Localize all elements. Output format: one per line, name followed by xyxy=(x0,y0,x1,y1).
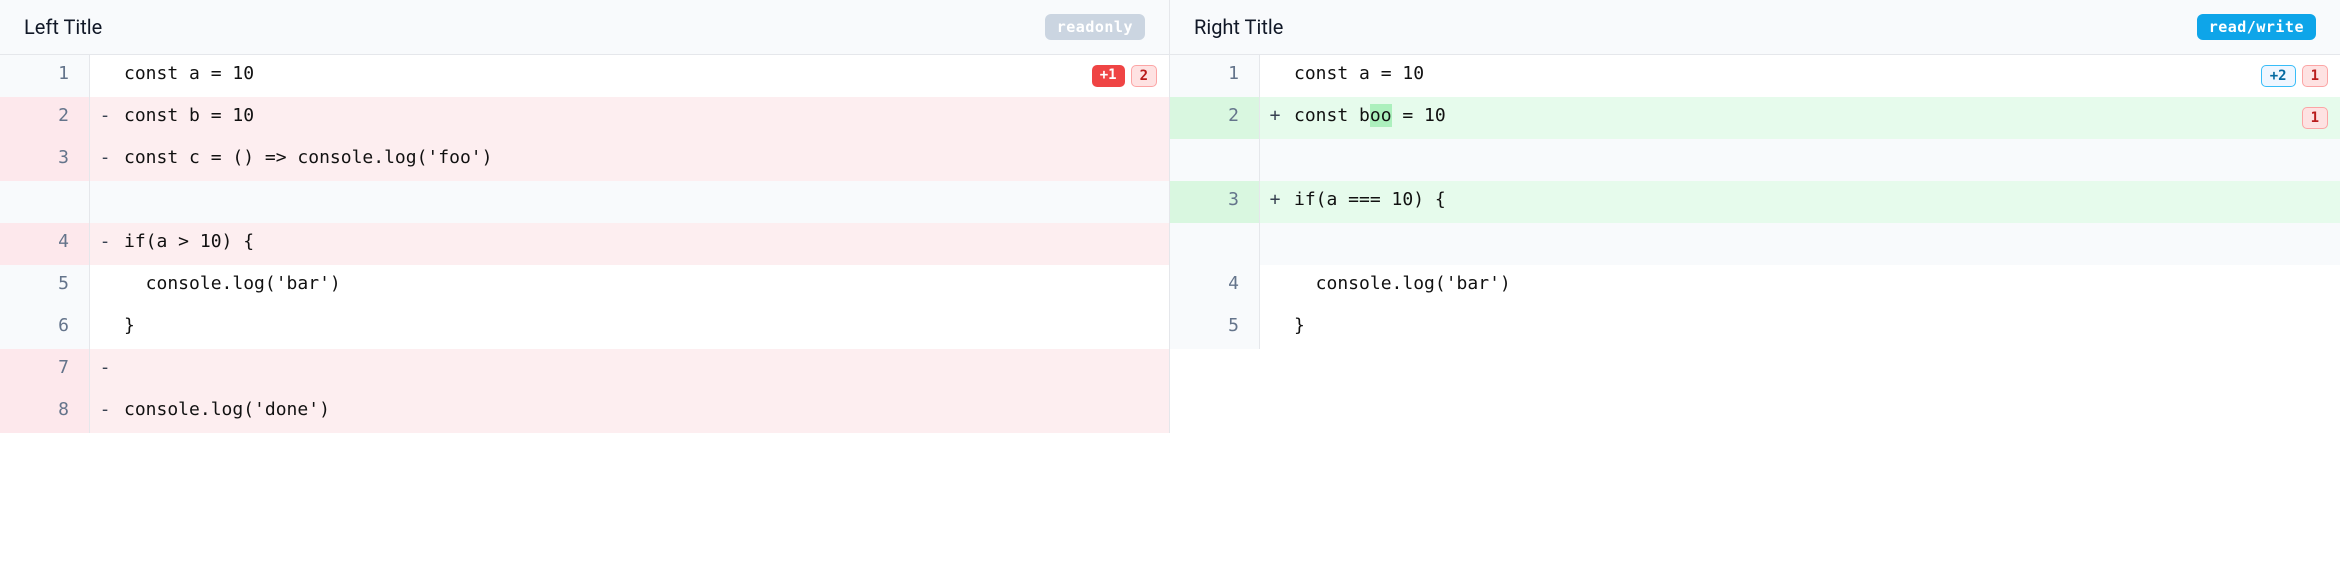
right-line[interactable]: 1 const a = 10+21 xyxy=(1170,55,2340,97)
code-content: } xyxy=(120,307,1169,349)
line-number: 4 xyxy=(1170,265,1260,307)
line-number: 1 xyxy=(0,55,90,97)
code-content xyxy=(1290,223,2340,265)
row-pills: +1 2 xyxy=(1092,65,1157,87)
diff-marker xyxy=(1260,55,1290,97)
line-number: 2 xyxy=(1170,97,1260,139)
left-lines: 1 const a = 10+122-const b = 103-const c… xyxy=(0,55,1169,433)
code-content xyxy=(120,181,1169,223)
diff-marker: - xyxy=(90,97,120,139)
diff-marker: + xyxy=(1260,181,1290,223)
line-number: 5 xyxy=(0,265,90,307)
diff-marker xyxy=(90,55,120,97)
left-pane-title: Left Title xyxy=(24,15,102,39)
diff-marker xyxy=(1260,139,1290,181)
line-number: 2 xyxy=(0,97,90,139)
left-line[interactable]: 6 } xyxy=(0,307,1169,349)
row-pills: +2 1 xyxy=(2261,65,2328,87)
diff-marker xyxy=(1260,223,1290,265)
line-number: 3 xyxy=(0,139,90,181)
diff-marker xyxy=(90,307,120,349)
diff-marker xyxy=(90,181,120,223)
line-number: 3 xyxy=(1170,181,1260,223)
code-content: const a = 10+21 xyxy=(1290,55,2340,97)
left-pane: Left Title readonly 1 const a = 10+122-c… xyxy=(0,0,1170,433)
code-content: const a = 10+12 xyxy=(120,55,1169,97)
code-content xyxy=(120,349,1169,391)
diff-marker: - xyxy=(90,223,120,265)
diff-marker xyxy=(1260,265,1290,307)
inline-add-highlight: oo xyxy=(1370,104,1392,127)
right-pane-title: Right Title xyxy=(1194,15,1283,39)
line-number: 5 xyxy=(1170,307,1260,349)
right-line[interactable]: 4 console.log('bar') xyxy=(1170,265,2340,307)
right-pane-header: Right Title read/write xyxy=(1170,0,2340,55)
code-content: const boo = 101 xyxy=(1290,97,2340,139)
left-line[interactable]: 5 console.log('bar') xyxy=(0,265,1169,307)
code-content: const b = 10 xyxy=(120,97,1169,139)
diff-marker: - xyxy=(90,391,120,433)
pill[interactable]: +1 xyxy=(1092,65,1125,87)
readonly-badge: readonly xyxy=(1045,14,1145,40)
pill[interactable]: 1 xyxy=(2302,107,2328,129)
right-line[interactable]: 5 } xyxy=(1170,307,2340,349)
right-lines: 1 const a = 10+212+const boo = 101 3+if(… xyxy=(1170,55,2340,349)
left-pane-header: Left Title readonly xyxy=(0,0,1169,55)
code-content: if(a > 10) { xyxy=(120,223,1169,265)
right-line[interactable]: 3+if(a === 10) { xyxy=(1170,181,2340,223)
line-number xyxy=(0,181,90,223)
left-line[interactable]: 8-console.log('done') xyxy=(0,391,1169,433)
right-pane: Right Title read/write 1 const a = 10+21… xyxy=(1170,0,2340,433)
code-content: console.log('bar') xyxy=(120,265,1169,307)
code-content: const c = () => console.log('foo') xyxy=(120,139,1169,181)
right-line[interactable]: 2+const boo = 101 xyxy=(1170,97,2340,139)
left-line[interactable] xyxy=(0,181,1169,223)
left-line[interactable]: 4-if(a > 10) { xyxy=(0,223,1169,265)
diff-marker: - xyxy=(90,139,120,181)
line-number: 7 xyxy=(0,349,90,391)
line-number: 6 xyxy=(0,307,90,349)
diff-marker xyxy=(1260,307,1290,349)
diff-marker: - xyxy=(90,349,120,391)
left-line[interactable]: 7- xyxy=(0,349,1169,391)
code-content: if(a === 10) { xyxy=(1290,181,2340,223)
line-number xyxy=(1170,139,1260,181)
line-number: 8 xyxy=(0,391,90,433)
code-content: console.log('done') xyxy=(120,391,1169,433)
code-content: } xyxy=(1290,307,2340,349)
diff-view: Left Title readonly 1 const a = 10+122-c… xyxy=(0,0,2340,433)
right-line[interactable] xyxy=(1170,223,2340,265)
pill[interactable]: 2 xyxy=(1131,65,1157,87)
readwrite-badge[interactable]: read/write xyxy=(2197,14,2316,40)
line-number xyxy=(1170,223,1260,265)
line-number: 1 xyxy=(1170,55,1260,97)
left-line[interactable]: 1 const a = 10+12 xyxy=(0,55,1169,97)
pill[interactable]: +2 xyxy=(2261,65,2296,87)
row-pills: 1 xyxy=(2302,107,2328,129)
code-content: console.log('bar') xyxy=(1290,265,2340,307)
left-line[interactable]: 3-const c = () => console.log('foo') xyxy=(0,139,1169,181)
left-line[interactable]: 2-const b = 10 xyxy=(0,97,1169,139)
pill[interactable]: 1 xyxy=(2302,65,2328,87)
right-line[interactable] xyxy=(1170,139,2340,181)
diff-marker xyxy=(90,265,120,307)
code-content xyxy=(1290,139,2340,181)
diff-marker: + xyxy=(1260,97,1290,139)
line-number: 4 xyxy=(0,223,90,265)
